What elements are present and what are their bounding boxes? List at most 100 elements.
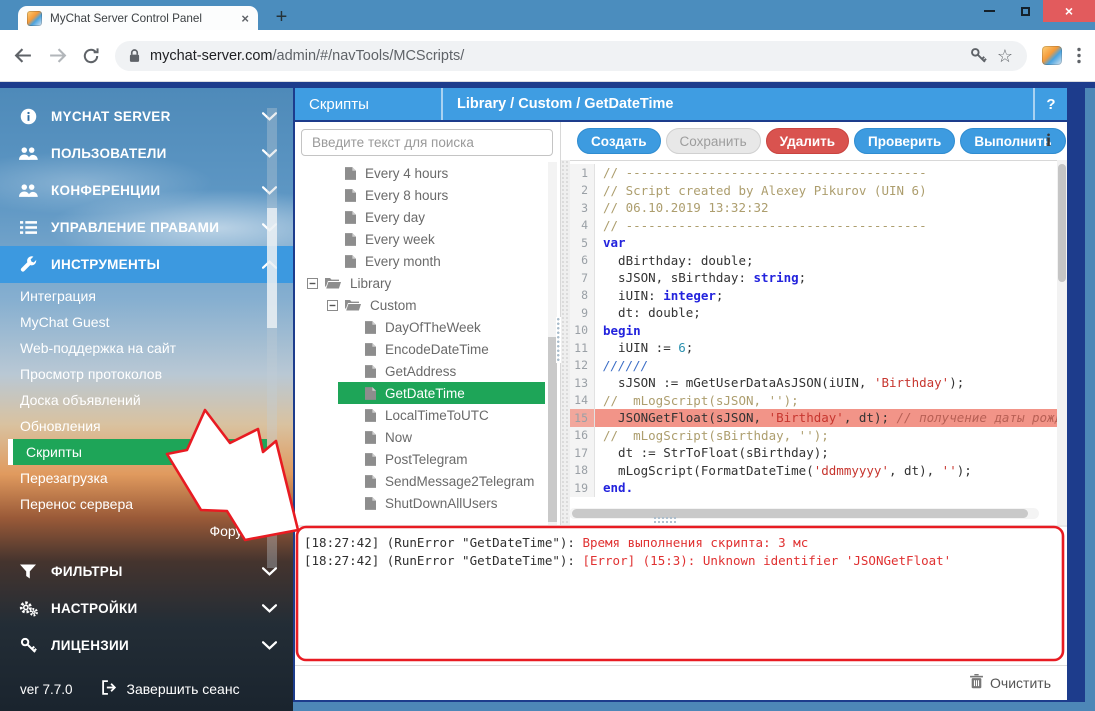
- forward-icon[interactable]: [48, 47, 67, 64]
- url-bar[interactable]: mychat-server.com/admin/#/navTools/MCScr…: [115, 41, 1027, 71]
- sidebar-item-7[interactable]: Перезагрузка: [0, 465, 293, 491]
- tree-item-label: PostTelegram: [385, 452, 468, 467]
- sidebar-section-bottom-2[interactable]: ЛИЦЕНЗИИ: [0, 627, 293, 664]
- mychat-extension-icon[interactable]: [1042, 46, 1062, 65]
- code-line: 9 dt: double;: [561, 304, 1057, 322]
- file-icon: [365, 475, 376, 488]
- tree-item[interactable]: Every 4 hours: [295, 162, 547, 184]
- editor-vertical-scrollbar[interactable]: [1057, 160, 1067, 525]
- code-editor[interactable]: 1// ------------------------------------…: [561, 160, 1057, 525]
- code-line: 13 sJSON := mGetUserDataAsJSON(iUIN, 'Bi…: [561, 374, 1057, 392]
- mychat-favicon-icon: [27, 11, 42, 26]
- sidebar-item-5[interactable]: Обновления: [0, 413, 293, 439]
- refresh-icon[interactable]: [82, 47, 100, 65]
- sidebar-item-2[interactable]: Web-поддержка на сайт: [0, 335, 293, 361]
- tree-item[interactable]: ShutDownAllUsers: [295, 492, 547, 514]
- horizontal-splitter-grip[interactable]: [653, 516, 677, 524]
- sidebar-section-bottom-0[interactable]: ФИЛЬТРЫ: [0, 553, 293, 590]
- log-entry-message: [Error] (15:3): Unknown identifier 'JSON…: [582, 553, 951, 568]
- code-text: mLogScript(FormatDateTime('ddmmyyyy', dt…: [595, 462, 1057, 480]
- help-button[interactable]: ?: [1033, 88, 1067, 120]
- toolbar-button-2[interactable]: Удалить: [766, 128, 849, 154]
- logout-label: Завершить сеанс: [127, 681, 240, 697]
- minimize-icon[interactable]: [971, 0, 1007, 22]
- tree-item[interactable]: LocalTimeToUTC: [295, 404, 547, 426]
- minus-box-icon[interactable]: [307, 278, 318, 289]
- logout-button[interactable]: Завершить сеанс: [101, 680, 240, 698]
- tree-item[interactable]: Every month: [295, 250, 547, 272]
- tree-item-box: DayOfTheWeek: [365, 316, 481, 338]
- sidebar-section-4[interactable]: ИНСТРУМЕНТЫ: [0, 246, 293, 283]
- sidebar-section-bottom-1[interactable]: НАСТРОЙКИ: [0, 590, 293, 627]
- toolbar-button-1[interactable]: Сохранить: [666, 128, 761, 154]
- tree-item-label: DayOfTheWeek: [385, 320, 481, 335]
- content-area: Every 4 hoursEvery 8 hoursEvery day Every…: [295, 122, 1067, 700]
- tools-submenu: ИнтеграцияMyChat GuestWeb-поддержка на с…: [0, 283, 293, 517]
- tree-item[interactable]: Now: [295, 426, 547, 448]
- tree-item[interactable]: DayOfTheWeek: [295, 316, 547, 338]
- file-icon: [365, 387, 376, 400]
- tree-item-label: Now: [385, 430, 412, 445]
- sidebar-item-4[interactable]: Доска объявлений: [0, 387, 293, 413]
- sidebar-item-6[interactable]: Скрипты: [8, 439, 267, 465]
- file-icon: [345, 211, 356, 224]
- toolbar-button-0[interactable]: Создать: [577, 128, 661, 154]
- tree-item[interactable]: Custom: [295, 294, 547, 316]
- sidebar-item-0[interactable]: Интеграция: [0, 283, 293, 309]
- sidebar-item-forum[interactable]: Форум: [0, 519, 293, 543]
- key-icon[interactable]: [970, 47, 987, 64]
- sidebar-item-3[interactable]: Просмотр протоколов: [0, 361, 293, 387]
- logout-icon: [101, 680, 118, 698]
- sidebar-section-1[interactable]: ПОЛЬЗОВАТЕЛИ: [0, 135, 293, 172]
- kebab-menu-icon[interactable]: [1077, 47, 1081, 64]
- code-line: 11 iUIN := 6;: [561, 339, 1057, 357]
- tree-item[interactable]: Every 8 hours: [295, 184, 547, 206]
- tree-item[interactable]: GetDateTime: [295, 382, 547, 404]
- tree-item-box: SendMessage2Telegram: [365, 470, 534, 492]
- sidebar-item-1[interactable]: MyChat Guest: [0, 309, 293, 335]
- chevron-down-icon: [262, 604, 277, 613]
- code-text: begin: [595, 322, 1057, 340]
- info-icon[interactable]: i: [1046, 131, 1051, 149]
- minus-box-icon[interactable]: [327, 300, 338, 311]
- new-tab-button[interactable]: +: [269, 5, 294, 30]
- close-icon[interactable]: ×: [1043, 0, 1095, 22]
- chevron-down-icon: [262, 641, 277, 650]
- tree-item[interactable]: PostTelegram: [295, 448, 547, 470]
- window-controls: ×: [971, 0, 1095, 22]
- sidebar-item-8[interactable]: Перенос сервера: [0, 491, 293, 517]
- tree-item[interactable]: Library: [295, 272, 547, 294]
- tree-item-label: Every month: [365, 254, 441, 269]
- code-line: 17 dt := StrToFloat(sBirthday);: [561, 444, 1057, 462]
- breadcrumb: Library / Custom / GetDateTime: [443, 88, 1033, 120]
- code-text: sJSON := mGetUserDataAsJSON(iUIN, 'Birth…: [595, 374, 1057, 392]
- sidebar-section-2[interactable]: КОНФЕРЕНЦИИ: [0, 172, 293, 209]
- file-icon: [345, 167, 356, 180]
- tab-close-icon[interactable]: ×: [241, 12, 249, 25]
- tree-item-box: Every week: [345, 228, 435, 250]
- tree-item[interactable]: Every day: [295, 206, 547, 228]
- sidebar-scrollbar[interactable]: [267, 108, 277, 568]
- bookmark-star-icon[interactable]: ☆: [997, 47, 1013, 65]
- browser-tab[interactable]: MyChat Server Control Panel ×: [18, 6, 258, 30]
- tree-item[interactable]: EncodeDateTime: [295, 338, 547, 360]
- code-text: dt := StrToFloat(sBirthday);: [595, 444, 1057, 462]
- page-title[interactable]: Скрипты: [295, 88, 443, 120]
- sidebar-section-0[interactable]: MYCHAT SERVER: [0, 98, 293, 135]
- code-text: iUIN: integer;: [595, 287, 1057, 305]
- log-entry: [18:27:42] (RunError "GetDateTime"): Вре…: [304, 534, 1058, 552]
- tree-item[interactable]: Every week: [295, 228, 547, 250]
- tree-item[interactable]: GetAddress: [295, 360, 547, 382]
- maximize-icon[interactable]: [1007, 0, 1043, 22]
- clear-log-button[interactable]: Очистить: [970, 674, 1051, 692]
- sidebar-section-3[interactable]: УПРАВЛЕНИЕ ПРАВАМИ: [0, 209, 293, 246]
- tree-item-label: Every week: [365, 232, 435, 247]
- section-label: ИНСТРУМЕНТЫ: [51, 257, 160, 272]
- tree-item[interactable]: SendMessage2Telegram: [295, 470, 547, 492]
- tree-item-label: Library: [350, 276, 391, 291]
- back-icon[interactable]: [14, 47, 33, 64]
- code-text: // Script created by Alexey Pikurov (UIN…: [595, 182, 1057, 200]
- toolbar-button-3[interactable]: Проверить: [854, 128, 955, 154]
- search-input[interactable]: [301, 129, 553, 156]
- editor-horizontal-scrollbar[interactable]: [569, 508, 1039, 519]
